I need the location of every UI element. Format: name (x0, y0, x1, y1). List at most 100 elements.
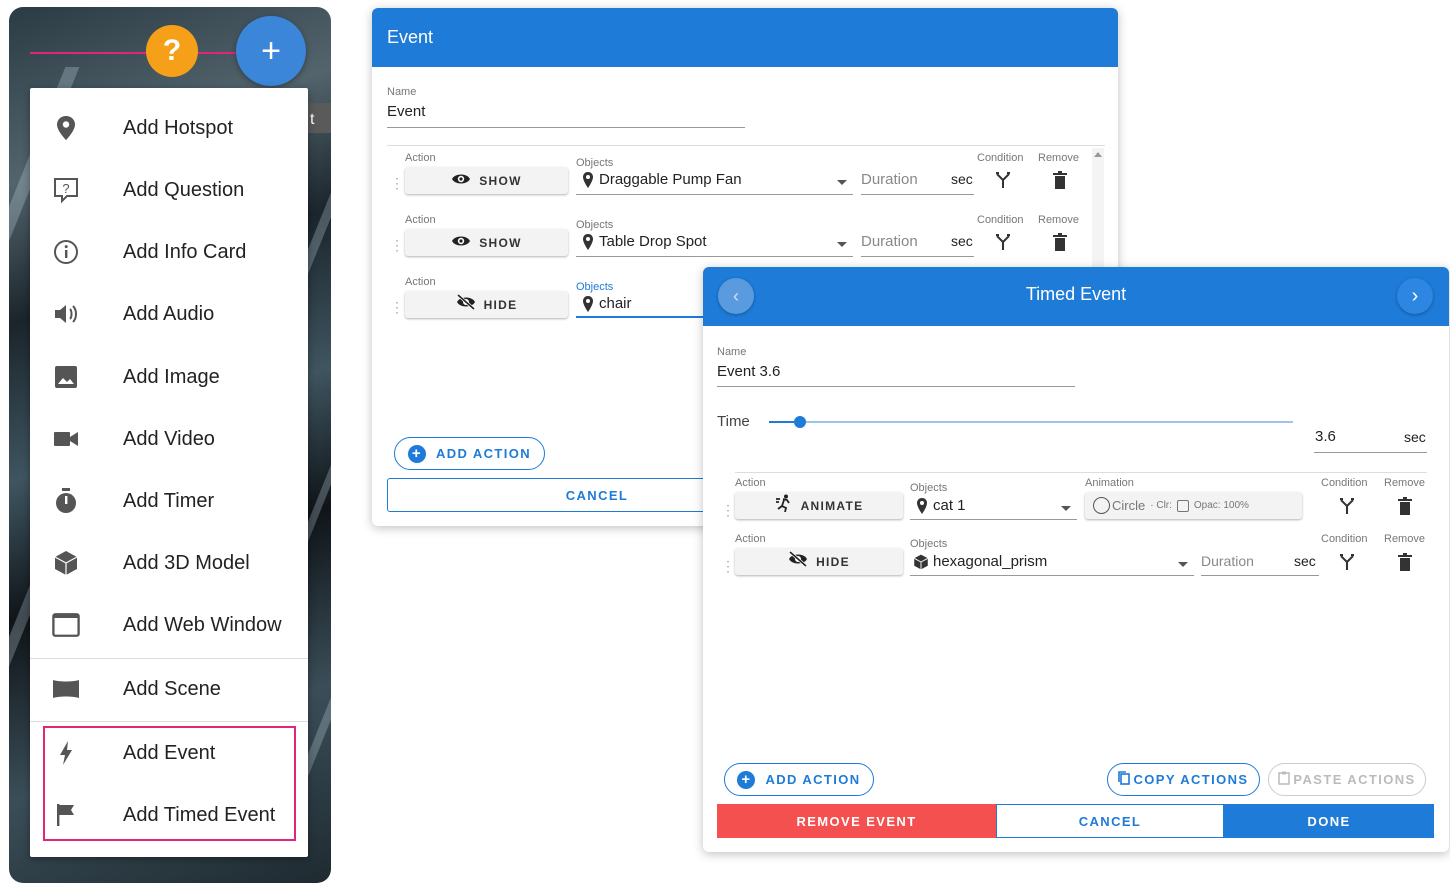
add-button[interactable]: + (236, 16, 306, 86)
menu-item-add-scene[interactable]: Add Scene (30, 658, 308, 720)
trash-icon[interactable] (1053, 171, 1067, 194)
trash-icon[interactable] (1398, 497, 1412, 520)
trash-icon[interactable] (1398, 553, 1412, 576)
duration-unit: sec (951, 171, 973, 187)
image-icon (52, 363, 80, 391)
menu-item-add-hotspot[interactable]: Add Hotspot (30, 97, 308, 159)
dialog-title: Timed Event (1025, 284, 1127, 304)
fork-icon[interactable] (1338, 553, 1356, 576)
background-label-fragment: t (306, 103, 331, 133)
condition-label: Condition (1321, 477, 1368, 489)
plus-icon: + (737, 770, 756, 789)
eye-off-icon (788, 550, 808, 572)
objects-label: Objects (576, 219, 614, 231)
fork-icon[interactable] (1338, 497, 1356, 520)
duration-field[interactable]: Duration (1201, 553, 1254, 569)
chevron-right-icon: › (1411, 284, 1419, 307)
timed-event-dialog: ‹ Timed Event › Name Event 3.6 Time 3.6 … (703, 267, 1449, 852)
chevron-down-icon (837, 242, 847, 247)
animation-label: Animation (1085, 477, 1134, 489)
remove-event-button[interactable]: REMOVE EVENT (717, 804, 996, 838)
fork-icon[interactable] (994, 233, 1012, 256)
name-label: Name (387, 86, 417, 98)
slider-thumb[interactable] (794, 416, 807, 428)
time-unit: sec (1404, 429, 1426, 445)
menu-item-add-question[interactable]: ? Add Question (30, 159, 308, 221)
paste-actions-button[interactable]: PASTE ACTIONS (1268, 763, 1426, 796)
action-label: Action (405, 214, 436, 226)
name-field[interactable]: Event 3.6 (717, 363, 780, 380)
cancel-button[interactable]: CANCEL (996, 804, 1224, 838)
object-select[interactable]: Table Drop Spot (599, 233, 707, 250)
eye-icon (451, 170, 471, 191)
duration-field[interactable]: Duration (861, 171, 918, 188)
name-field[interactable]: Event (387, 103, 425, 120)
menu-item-add-image[interactable]: Add Image (30, 346, 308, 408)
add-action-button[interactable]: + ADD ACTION (724, 763, 874, 796)
object-select[interactable]: cat 1 (933, 497, 966, 514)
map-pin-icon (916, 498, 928, 519)
condition-label: Condition (1321, 533, 1368, 545)
copy-actions-button[interactable]: COPY ACTIONS (1107, 763, 1260, 796)
show-action-button[interactable]: SHOW (405, 167, 568, 194)
time-input[interactable]: 3.6 (1315, 428, 1336, 445)
menu-item-add-video[interactable]: Add Video (30, 408, 308, 470)
object-select[interactable]: hexagonal_prism (933, 553, 1047, 570)
object-select[interactable]: chair (599, 295, 632, 312)
menu-item-label: Add Image (123, 365, 220, 388)
menu-item-label: Add Timer (123, 489, 215, 512)
menu-item-add-timer[interactable]: Add Timer (30, 470, 308, 532)
fork-icon[interactable] (994, 171, 1012, 194)
hide-action-button[interactable]: HIDE (735, 548, 903, 575)
animate-action-button[interactable]: ANIMATE (735, 492, 903, 519)
objects-label: Objects (910, 482, 948, 494)
circle-icon (1093, 497, 1110, 514)
dialog-header: Event (372, 8, 1118, 67)
info-icon (52, 238, 80, 266)
map-pin-icon (582, 172, 594, 193)
objects-label: Objects (576, 281, 614, 293)
action-label: Action (405, 276, 436, 288)
trash-icon[interactable] (1053, 233, 1067, 256)
time-slider[interactable] (769, 416, 1293, 428)
next-button[interactable]: › (1397, 278, 1433, 314)
menu-item-label: Add Hotspot (123, 116, 234, 139)
plus-icon: + (407, 444, 426, 463)
done-button[interactable]: DONE (1224, 804, 1434, 838)
cube-icon (913, 554, 929, 575)
action-label: Action (405, 152, 436, 164)
map-pin-icon (582, 234, 594, 255)
menu-item-label: Add Video (123, 427, 215, 450)
menu-item-label: Add 3D Model (123, 551, 250, 574)
remove-label: Remove (1384, 477, 1425, 489)
stopwatch-icon (52, 487, 80, 515)
drag-handle[interactable]: ⋮ (390, 300, 404, 314)
menu-item-label: Add Question (123, 178, 245, 201)
pointer-arrow (30, 48, 250, 58)
menu-item-add-web-window[interactable]: Add Web Window (30, 594, 308, 656)
menu-item-label: Add Web Window (123, 613, 282, 636)
drag-handle[interactable]: ⋮ (721, 559, 735, 573)
drag-handle[interactable]: ⋮ (721, 503, 735, 517)
svg-text:?: ? (62, 181, 69, 196)
chevron-down-icon (837, 180, 847, 185)
name-label: Name (717, 346, 747, 358)
menu-item-label: Add Info Card (123, 240, 247, 263)
show-action-button[interactable]: SHOW (405, 229, 568, 256)
menu-item-add-info-card[interactable]: Add Info Card (30, 221, 308, 283)
drag-handle[interactable]: ⋮ (390, 238, 404, 252)
copy-icon (1118, 771, 1131, 788)
object-select[interactable]: Draggable Pump Fan (599, 171, 742, 188)
menu-item-add-3d-model[interactable]: Add 3D Model (30, 532, 308, 594)
duration-field[interactable]: Duration (861, 233, 918, 250)
animation-settings-button[interactable]: Circle · Clr: Opac: 100% (1085, 492, 1302, 519)
hide-action-button[interactable]: HIDE (405, 291, 568, 318)
question-box-icon: ? (52, 176, 80, 204)
clipboard-icon (1278, 771, 1291, 788)
menu-item-add-audio[interactable]: Add Audio (30, 283, 308, 345)
condition-label: Condition (977, 214, 1024, 226)
help-button[interactable]: ? (146, 25, 198, 77)
map-pin-icon (582, 296, 594, 317)
drag-handle[interactable]: ⋮ (390, 176, 404, 190)
add-action-button[interactable]: + ADD ACTION (394, 437, 545, 470)
